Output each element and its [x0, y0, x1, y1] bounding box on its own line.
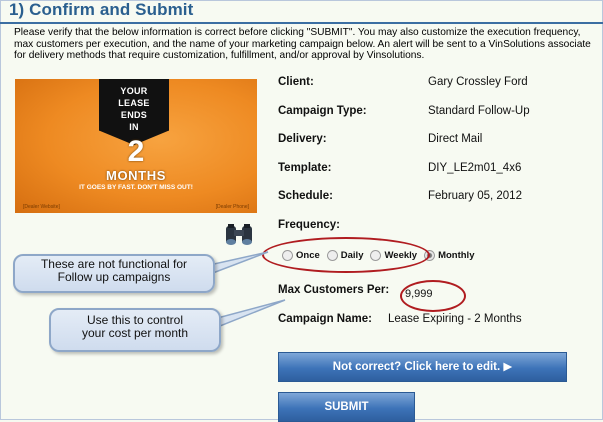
campaign-type-value: Standard Follow-Up — [428, 105, 530, 117]
frequency-option-monthly[interactable]: Monthly — [424, 250, 474, 261]
promo-line-1: YOUR — [120, 86, 148, 96]
callout-2-line-2: your cost per month — [81, 326, 189, 340]
promo-tagline: IT GOES BY FAST. DON'T MISS OUT! — [79, 184, 193, 191]
intro-text: Please verify that the below information… — [14, 27, 591, 61]
delivery-value: Direct Mail — [428, 133, 483, 145]
page-title: 1) Confirm and Submit — [9, 0, 194, 19]
promo-line-2: LEASE — [118, 98, 150, 108]
max-customers-label: Max Customers Per: — [278, 284, 390, 296]
schedule-value: February 05, 2012 — [428, 190, 522, 202]
frequency-highlight-oval — [262, 237, 430, 273]
binoculars-icon — [226, 224, 252, 245]
edit-button[interactable]: Not correct? Click here to edit. ▶ — [278, 352, 567, 382]
promo-line-3: ENDS — [120, 110, 148, 120]
promo-foot-right: [Dealer Phone] — [215, 204, 249, 210]
frequency-label: Frequency: — [278, 219, 340, 231]
title-divider — [0, 22, 603, 24]
template-preview-image: YOUR LEASE ENDS IN 2 MONTHS IT GOES BY F… — [15, 79, 257, 213]
callout-frequency-note: These are not functional for Follow up c… — [13, 254, 215, 293]
template-label: Template: — [278, 162, 332, 174]
schedule-label: Schedule: — [278, 190, 333, 202]
max-customers-highlight-oval — [400, 280, 466, 312]
callout-max-customers-note: Use this to control your cost per month — [49, 308, 221, 352]
client-label: Client: — [278, 76, 314, 88]
radio-monthly-label: Monthly — [438, 250, 475, 261]
template-value: DIY_LE2m01_4x6 — [428, 162, 522, 174]
delivery-label: Delivery: — [278, 133, 327, 145]
promo-number: 2 — [127, 135, 145, 168]
campaign-type-label: Campaign Type: — [278, 105, 367, 117]
submit-button[interactable]: SUBMIT — [278, 392, 415, 422]
promo-foot-left: [Dealer Website] — [23, 204, 60, 210]
promo-line-4: IN — [129, 122, 139, 132]
campaign-name-value[interactable]: Lease Expiring - 2 Months — [388, 313, 522, 325]
client-value: Gary Crossley Ford — [428, 76, 528, 88]
promo-unit: MONTHS — [106, 168, 166, 183]
callout-1-line-2: Follow up campaigns — [57, 270, 171, 284]
campaign-name-label: Campaign Name: — [278, 313, 372, 325]
